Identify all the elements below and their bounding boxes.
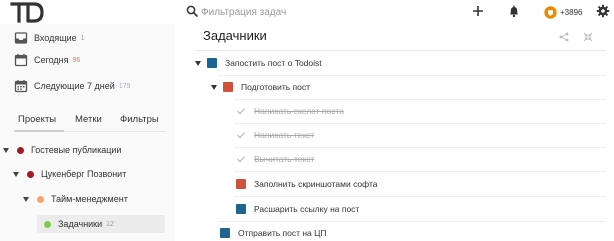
sidebar: Входящие 1 Сегодня 96 Следующие 7 дней 1… [0,24,175,241]
project-color-dot [27,170,34,178]
task-row-completed[interactable]: Написать текст [236,125,314,145]
task-checkbox[interactable] [220,228,230,238]
task-label: Написать текст [254,130,315,140]
bell-icon[interactable] [507,4,521,18]
nav-count: 179 [118,82,131,90]
project-color-dot [44,220,51,228]
search-icon [186,5,198,17]
row-divider [234,196,606,197]
task-checkbox[interactable] [207,58,217,68]
check-icon[interactable] [236,130,246,140]
nav-label: Входящие [34,33,77,43]
todoist-logo-icon[interactable] [10,1,44,23]
project-count: 12 [106,220,114,228]
task-label: Заполнить скриншотами софта [254,179,378,189]
share-icon[interactable] [559,32,569,42]
task-row-completed[interactable]: Вычитать текст [236,149,314,169]
task-row[interactable]: Расшарить ссылку на пост [236,199,359,219]
karma-badge[interactable]: +3896 [544,5,582,19]
calendar-week-icon [14,80,28,93]
inbox-icon [14,32,28,44]
row-divider [218,75,606,76]
gear-icon[interactable] [596,4,610,18]
row-divider [234,171,606,172]
task-checkbox[interactable] [223,82,233,92]
task-row-completed[interactable]: Написать скелет поста [236,101,344,121]
check-icon[interactable] [236,106,246,116]
top-bar: +3896 [0,0,614,24]
task-row[interactable]: Запостить пост о Todoist [195,53,322,73]
project-item[interactable]: Цукенберг Позвонит [13,165,170,183]
nav-label: Следующие 7 дней [34,81,115,91]
nav-count: 96 [72,56,81,64]
page-title: Задачники [203,28,267,43]
collapse-arrow-icon[interactable] [211,84,217,90]
row-divider [234,99,606,100]
task-label: Запостить пост о Todoist [225,58,322,68]
project-item-active[interactable]: Задачники 12 [37,215,165,233]
task-checkbox[interactable] [236,204,246,214]
project-color-dot [17,146,24,154]
collapse-arrow-icon[interactable] [23,196,29,202]
project-label: Цукенберг Позвонит [41,169,127,179]
task-label: Расшарить ссылку на пост [254,204,360,214]
calendar-today-icon [14,54,28,67]
collapse-arrow-icon[interactable] [195,60,201,66]
collapse-all-icon[interactable] [583,32,593,42]
project-item[interactable]: Тайм-менеджмент [23,190,170,208]
project-label: Задачники [58,219,103,229]
project-item[interactable]: Гостевые публикации [3,141,170,159]
karma-score: +3896 [560,7,583,17]
nav-count: 1 [80,34,85,42]
nav-label: Сегодня [34,55,69,65]
row-divider [218,221,606,222]
sidebar-tabs: Проекты Метки Фильтры [0,110,170,132]
collapse-arrow-icon[interactable] [13,171,19,177]
task-row[interactable]: Заполнить скриншотами софта [236,174,377,194]
task-row[interactable]: Подготовить пост [211,77,310,97]
nav-item-next-7-days[interactable]: Следующие 7 дней 179 [14,77,130,95]
row-divider [234,147,606,148]
task-row[interactable]: Отправить пост на ЦП [220,223,327,241]
task-label: Написать скелет поста [254,106,344,116]
project-color-dot [37,195,44,203]
project-label: Тайм-менеджмент [51,194,128,204]
tab-labels[interactable]: Метки [75,114,102,125]
task-label: Отправить пост на ЦП [238,228,327,238]
tab-projects[interactable]: Проекты [18,114,56,125]
active-tab-underline [14,130,64,132]
tab-filters[interactable]: Фильтры [120,114,159,125]
search-input[interactable] [201,4,421,20]
main-panel: Задачники Запостить пост о Todoist Подго… [175,24,614,241]
nav-item-today[interactable]: Сегодня 96 [14,51,80,69]
row-divider [234,123,606,124]
task-label: Подготовить пост [241,82,311,92]
nav-item-inbox[interactable]: Входящие 1 [14,29,85,47]
project-label: Гостевые публикации [31,145,122,155]
title-divider [195,50,606,51]
task-checkbox[interactable] [236,179,246,189]
collapse-arrow-icon[interactable] [3,147,9,153]
add-task-icon[interactable] [471,4,485,18]
task-label: Вычитать текст [254,154,315,164]
karma-icon [544,5,557,19]
check-icon[interactable] [236,154,246,164]
